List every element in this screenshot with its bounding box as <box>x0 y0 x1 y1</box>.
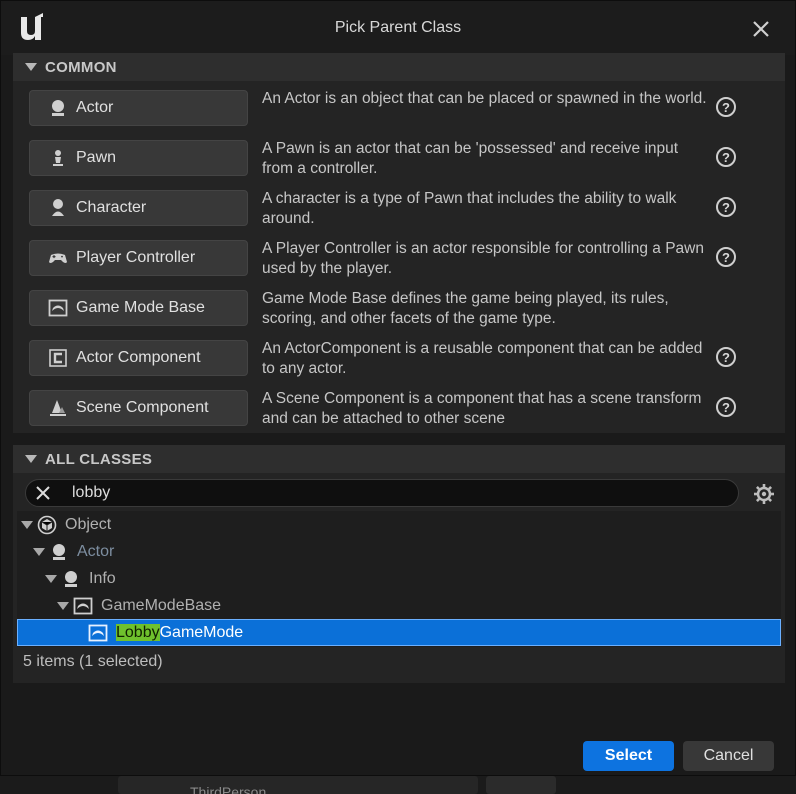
actor-description: An Actor is an object that can be placed… <box>262 90 707 107</box>
gamepad-icon <box>48 248 68 268</box>
component-icon <box>48 348 68 368</box>
tree-label: LobbyGameMode <box>116 623 244 642</box>
content-browser-strip <box>118 776 478 794</box>
actor-icon <box>49 542 69 562</box>
game-mode-icon <box>88 623 108 643</box>
tree-row-actor[interactable]: Actor <box>17 538 781 565</box>
character-description: A character is a type of Pawn that inclu… <box>262 190 677 227</box>
help-icon[interactable]: ? <box>716 197 736 217</box>
cancel-button[interactable]: Cancel <box>683 741 774 771</box>
scene-component-description: A Scene Component is a component that ha… <box>262 390 702 427</box>
object-icon <box>37 515 57 535</box>
expand-arrow-icon[interactable] <box>33 547 45 556</box>
scene-component-label: Scene Component <box>76 399 209 416</box>
actor-label: Actor <box>76 99 114 116</box>
pawn-description: A Pawn is an actor that can be 'possesse… <box>262 140 679 177</box>
common-section-header[interactable]: COMMON <box>13 53 785 81</box>
common-row-pawn: Pawn A Pawn is an actor that can be 'pos… <box>13 131 785 181</box>
class-tree: Object Actor Info GameModeBase LobbyGame… <box>17 511 781 647</box>
gear-icon[interactable] <box>753 483 775 505</box>
help-icon[interactable]: ? <box>716 347 736 367</box>
tree-label: Actor <box>77 542 115 560</box>
close-icon[interactable] <box>749 17 773 41</box>
pawn-class-button[interactable]: Pawn <box>29 140 248 176</box>
tree-row-info[interactable]: Info <box>17 565 781 592</box>
actor-icon <box>48 98 68 118</box>
select-button[interactable]: Select <box>583 741 674 771</box>
actor-icon <box>61 569 81 589</box>
game-mode-icon <box>73 596 93 616</box>
player-controller-label: Player Controller <box>76 249 196 266</box>
common-classes-list: Actor An Actor is an object that can be … <box>13 81 785 433</box>
character-label: Character <box>76 199 147 216</box>
actor-class-button[interactable]: Actor <box>29 90 248 126</box>
items-status: 5 items (1 selected) <box>23 653 163 670</box>
player-controller-class-button[interactable]: Player Controller <box>29 240 248 276</box>
content-browser-folder-label[interactable]: ThirdPerson <box>190 784 266 794</box>
game-mode-icon <box>48 298 68 318</box>
game-mode-base-label: Game Mode Base <box>76 299 205 316</box>
class-search-input[interactable]: lobby <box>25 479 739 507</box>
scene-component-class-button[interactable]: Scene Component <box>29 390 248 426</box>
scene-component-icon <box>48 398 68 418</box>
help-icon[interactable]: ? <box>716 247 736 267</box>
character-icon <box>48 198 68 218</box>
game-mode-base-class-button[interactable]: Game Mode Base <box>29 290 248 326</box>
clear-search-icon[interactable] <box>34 484 52 502</box>
common-row-player-controller: Player Controller A Player Controller is… <box>13 231 785 281</box>
common-row-scene-component: Scene Component A Scene Component is a c… <box>13 381 785 431</box>
actor-component-label: Actor Component <box>76 349 201 366</box>
help-icon[interactable]: ? <box>716 397 736 417</box>
common-row-character: Character A character is a type of Pawn … <box>13 181 785 231</box>
search-value[interactable]: lobby <box>72 484 110 502</box>
pick-parent-class-dialog: Pick Parent Class COMMON Actor An Actor … <box>0 0 796 776</box>
tree-label-rest: GameMode <box>159 623 244 641</box>
tree-label: Info <box>89 569 116 587</box>
character-class-button[interactable]: Character <box>29 190 248 226</box>
game-mode-base-description: Game Mode Base defines the game being pl… <box>262 290 669 327</box>
collapse-arrow-icon[interactable] <box>25 455 37 463</box>
expand-arrow-icon[interactable] <box>21 520 33 529</box>
common-row-actor-component: Actor Component An ActorComponent is a r… <box>13 331 785 381</box>
tree-label: Object <box>65 515 112 533</box>
content-browser-strip-2 <box>486 776 556 794</box>
tree-label: GameModeBase <box>101 596 222 614</box>
all-classes-header-label: ALL CLASSES <box>45 450 153 468</box>
expand-arrow-icon[interactable] <box>45 574 57 583</box>
help-icon[interactable]: ? <box>716 97 736 117</box>
tree-row-lobby-game-mode[interactable]: LobbyGameMode <box>17 619 781 646</box>
all-classes-section-header[interactable]: ALL CLASSES <box>13 445 785 473</box>
dialog-title: Pick Parent Class <box>334 19 462 36</box>
all-classes-panel: lobby Object Actor Info GameModeBase Lob… <box>13 473 785 683</box>
tree-row-game-mode-base[interactable]: GameModeBase <box>17 592 781 619</box>
common-row-game-mode-base: Game Mode Base Game Mode Base defines th… <box>13 281 785 331</box>
search-match-highlight: Lobby <box>116 623 160 641</box>
actor-component-class-button[interactable]: Actor Component <box>29 340 248 376</box>
player-controller-description: A Player Controller is an actor responsi… <box>262 240 704 277</box>
common-header-label: COMMON <box>45 58 117 76</box>
tree-row-object[interactable]: Object <box>17 511 781 538</box>
pawn-icon <box>48 148 68 168</box>
common-row-actor: Actor An Actor is an object that can be … <box>13 81 785 131</box>
help-icon[interactable]: ? <box>716 147 736 167</box>
expand-arrow-icon[interactable] <box>57 601 69 610</box>
pawn-label: Pawn <box>76 149 117 166</box>
actor-component-description: An ActorComponent is a reusable componen… <box>262 340 703 377</box>
collapse-arrow-icon[interactable] <box>25 63 37 71</box>
title-bar: Pick Parent Class <box>1 1 795 55</box>
